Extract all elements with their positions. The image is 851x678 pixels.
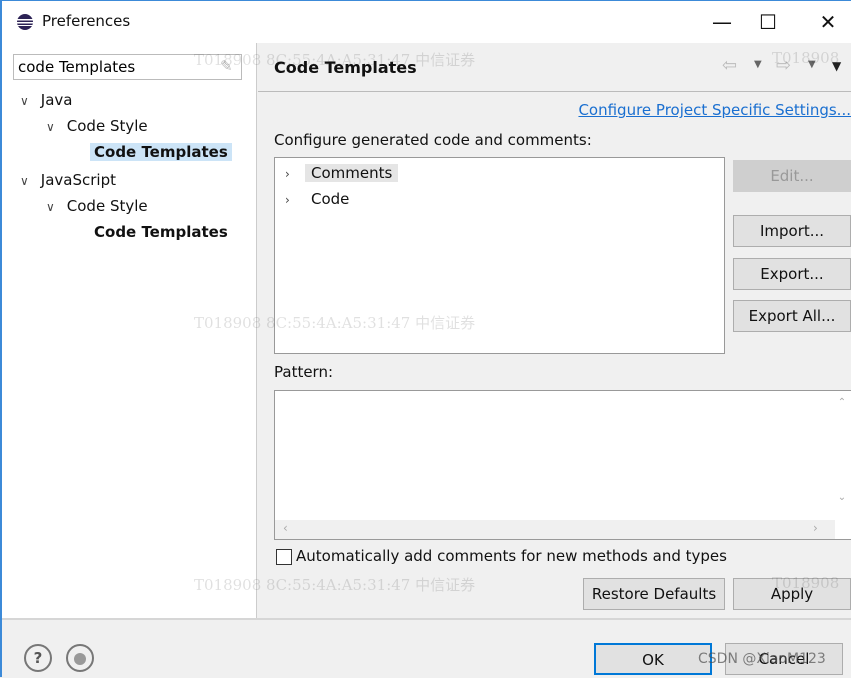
restore-defaults-button[interactable]: Restore Defaults [583,578,725,610]
chevron-down-icon[interactable]: ∨ [20,89,36,113]
close-button[interactable]: ✕ [805,7,851,37]
tree-label: Java [40,91,73,109]
csdn-watermark: CSDN @XiaoM123 [698,651,826,667]
export-button[interactable]: Export... [733,258,851,290]
apply-button[interactable]: Apply [733,578,851,610]
tree-item-java-code-templates[interactable]: Code Templates [90,140,232,166]
tree-item-javascript[interactable]: ∨ JavaScript [20,168,116,194]
tree-item-java-code-style[interactable]: ∨ Code Style [46,114,148,140]
templates-tree[interactable]: › Comments › Code [274,157,725,354]
maximize-button[interactable]: ☐ [745,7,791,37]
preferences-sidebar: ✎ ∨ Java ∨ Code Style Code Templates ∨ J… [2,43,257,618]
tree-label: Code Style [66,117,148,135]
eclipse-icon [17,14,33,30]
template-group-code[interactable]: › Code [285,187,355,211]
chevron-right-icon[interactable]: › [285,162,301,186]
tree-label: Code Templates [94,223,228,241]
preferences-page: Code Templates ⇦ ▼ ⇨ ▼ ▼ Configure Proje… [258,43,851,618]
dialog-footer: ? OK Cancel [2,618,851,678]
tree-label: JavaScript [40,171,116,189]
tree-item-java[interactable]: ∨ Java [20,88,72,114]
preferences-window: Preferences — ☐ ✕ ✎ ∨ Java ∨ Code Style … [0,0,851,677]
pattern-label: Pattern: [274,363,334,381]
forward-arrow-icon[interactable]: ⇨ [776,55,791,76]
export-all-button[interactable]: Export All... [733,300,851,332]
tree-label: Code [311,190,350,208]
template-group-comments[interactable]: › Comments [285,161,399,186]
edit-button[interactable]: Edit... [733,160,851,192]
title-bar: Preferences — ☐ ✕ [2,1,851,43]
tree-label: Code Templates [90,143,232,161]
configure-project-settings-link[interactable]: Configure Project Specific Settings... [578,101,851,119]
page-title: Code Templates [274,58,417,77]
back-arrow-icon[interactable]: ⇦ [722,55,737,76]
divider [258,91,851,92]
window-title: Preferences [42,12,131,30]
chevron-down-icon[interactable]: ∨ [20,169,36,193]
auto-comments-checkbox[interactable] [276,549,292,565]
tree-label: Comments [305,164,399,182]
ok-button[interactable]: OK [594,643,712,675]
forward-dropdown-icon[interactable]: ▼ [808,59,816,70]
tree-label: Code Style [66,197,148,215]
templates-label: Configure generated code and comments: [274,131,592,149]
clear-filter-icon[interactable]: ✎ [220,57,233,75]
chevron-down-icon[interactable]: ∨ [46,115,62,139]
tree-item-js-code-templates[interactable]: Code Templates [94,220,228,246]
back-dropdown-icon[interactable]: ▼ [754,59,762,70]
import-export-icon[interactable] [66,644,94,672]
minimize-button[interactable]: — [699,7,745,37]
chevron-down-icon[interactable]: ∨ [46,195,62,219]
view-menu-icon[interactable]: ▼ [832,59,841,73]
chevron-right-icon[interactable]: › [285,188,301,212]
help-icon[interactable]: ? [24,644,52,672]
import-button[interactable]: Import... [733,215,851,247]
auto-comments-label[interactable]: Automatically add comments for new metho… [296,547,727,565]
tree-item-js-code-style[interactable]: ∨ Code Style [46,194,148,220]
filter-input[interactable] [13,54,242,80]
pattern-textarea[interactable]: ⌃ ⌄ ‹ › [274,390,851,540]
horizontal-scrollbar[interactable]: ‹ › [275,520,835,539]
vertical-scrollbar[interactable]: ⌃ ⌄ [833,391,851,521]
